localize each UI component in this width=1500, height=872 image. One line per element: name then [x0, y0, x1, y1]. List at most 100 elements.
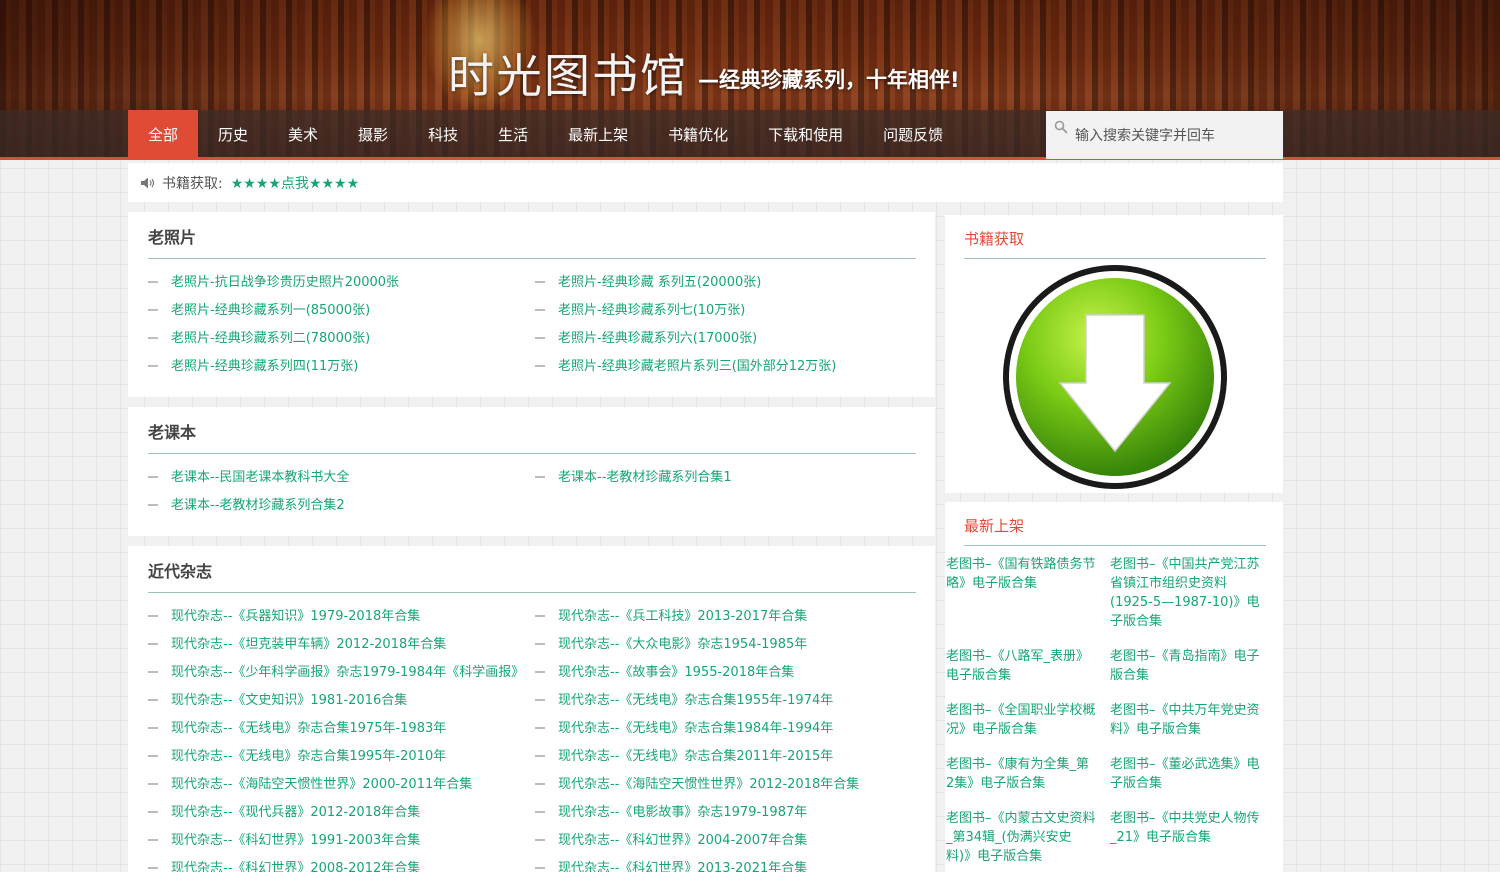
bullet-icon — [148, 503, 158, 506]
link-text[interactable]: 现代杂志--《无线电》杂志合集1955年-1974年 — [558, 693, 833, 708]
link-text[interactable]: 现代杂志--《无线电》杂志合集1975年-1983年 — [171, 721, 446, 736]
section-title[interactable]: 老课本 — [148, 419, 196, 443]
link-text[interactable]: 现代杂志--《无线电》杂志合集2011年-2015年 — [558, 749, 833, 764]
link-text[interactable]: 老照片-经典珍藏系列四(11万张) — [171, 359, 358, 374]
list-item[interactable]: 老照片-经典珍藏 系列五(20000张) — [535, 273, 761, 293]
link-text[interactable]: 现代杂志--《坦克装甲车辆》2012-2018年合集 — [171, 637, 446, 652]
bullet-icon — [535, 642, 545, 645]
link-text[interactable]: 老照片-经典珍藏系列七(10万张) — [558, 303, 745, 318]
latest-book-link[interactable]: 老图书–《康有为全集_第2集》电子版合集 — [946, 755, 1096, 793]
nav-item-latest[interactable]: 最新上架 — [548, 110, 648, 160]
link-text[interactable]: 现代杂志--《文史知识》1981-2016合集 — [171, 693, 407, 708]
link-text[interactable]: 老照片-经典珍藏老照片系列三(国外部分12万张) — [558, 359, 836, 374]
latest-book-link[interactable]: 老图书–《青岛指南》电子版合集 — [1110, 647, 1260, 685]
list-item[interactable]: 现代杂志--《文史知识》1981-2016合集 — [148, 691, 407, 711]
link-text[interactable]: 现代杂志--《海陆空天惯性世界》2000-2011年合集 — [171, 777, 472, 792]
search-box — [1046, 111, 1283, 159]
bullet-icon — [535, 670, 545, 673]
link-text[interactable]: 老照片-经典珍藏 系列五(20000张) — [558, 275, 761, 290]
list-item[interactable]: 老课本--老教材珍藏系列合集2 — [148, 496, 345, 516]
bullet-icon — [535, 726, 545, 729]
link-text[interactable]: 现代杂志--《兵工科技》2013-2017年合集 — [558, 609, 807, 624]
latest-book-link[interactable]: 老图书–《八路军_表册》电子版合集 — [946, 647, 1096, 685]
list-item[interactable]: 现代杂志--《无线电》杂志合集2011年-2015年 — [535, 747, 833, 767]
nav-item-feedback[interactable]: 问题反馈 — [863, 110, 963, 160]
link-text[interactable]: 现代杂志--《科幻世界》2008-2012年合集 — [171, 861, 420, 872]
site-title[interactable]: 时光图书馆 — [448, 40, 688, 106]
latest-book-link[interactable]: 老图书–《董必武选集》电子版合集 — [1110, 755, 1260, 793]
nav-item-download-usage[interactable]: 下载和使用 — [748, 110, 863, 160]
bullet-icon — [148, 642, 158, 645]
list-item[interactable]: 老照片-经典珍藏系列二(78000张) — [148, 329, 370, 349]
link-text[interactable]: 现代杂志--《少年科学画报》杂志1979-1984年《科学画报》 — [171, 665, 524, 680]
list-item[interactable]: 现代杂志--《无线电》杂志合集1955年-1974年 — [535, 691, 833, 711]
nav-item-art[interactable]: 美术 — [268, 110, 338, 160]
link-text[interactable]: 老照片-经典珍藏系列六(17000张) — [558, 331, 757, 346]
bullet-icon — [535, 838, 545, 841]
list-item[interactable]: 现代杂志--《现代兵器》2012-2018年合集 — [148, 803, 420, 823]
link-text[interactable]: 老照片-经典珍藏系列一(85000张) — [171, 303, 370, 318]
list-item[interactable]: 现代杂志--《少年科学画报》杂志1979-1984年《科学画报》 — [148, 663, 524, 683]
link-text[interactable]: 现代杂志--《故事会》1955-2018年合集 — [558, 665, 794, 680]
search-input[interactable] — [1075, 125, 1275, 147]
list-item[interactable]: 老照片-经典珍藏系列六(17000张) — [535, 329, 757, 349]
latest-book-link[interactable]: 老图书–《全国职业学校概况》电子版合集 — [946, 701, 1096, 739]
latest-book-link[interactable]: 老图书–《内蒙古文史资料_第34辑_(伪满兴安史料)》电子版合集 — [946, 809, 1096, 866]
list-item[interactable]: 现代杂志--《科幻世界》2008-2012年合集 — [148, 859, 420, 872]
bullet-icon — [148, 838, 158, 841]
link-text[interactable]: 现代杂志--《无线电》杂志合集1995年-2010年 — [171, 749, 446, 764]
list-item[interactable]: 现代杂志--《无线电》杂志合集1984年-1994年 — [535, 719, 833, 739]
latest-book-link[interactable]: 老图书–《国有铁路债务节略》电子版合集 — [946, 555, 1096, 593]
list-item[interactable]: 老照片-经典珍藏老照片系列三(国外部分12万张) — [535, 357, 836, 377]
list-item[interactable]: 老照片-抗日战争珍贵历史照片20000张 — [148, 273, 399, 293]
list-item[interactable]: 现代杂志--《坦克装甲车辆》2012-2018年合集 — [148, 635, 446, 655]
list-item[interactable]: 老照片-经典珍藏系列一(85000张) — [148, 301, 370, 321]
link-text[interactable]: 现代杂志--《现代兵器》2012-2018年合集 — [171, 805, 420, 820]
list-item[interactable]: 现代杂志--《科幻世界》2013-2021年合集 — [535, 859, 807, 872]
list-item[interactable]: 老照片-经典珍藏系列四(11万张) — [148, 357, 358, 377]
nav-item-technology[interactable]: 科技 — [408, 110, 478, 160]
link-text[interactable]: 老课本--老教材珍藏系列合集2 — [171, 498, 345, 513]
link-text[interactable]: 老照片-抗日战争珍贵历史照片20000张 — [171, 275, 399, 290]
link-text[interactable]: 现代杂志--《科幻世界》1991-2003年合集 — [171, 833, 420, 848]
list-item[interactable]: 现代杂志--《海陆空天惯性世界》2000-2011年合集 — [148, 775, 472, 795]
latest-book-link[interactable]: 老图书–《中共党史人物传_21》电子版合集 — [1110, 809, 1260, 847]
notice-link[interactable]: ★★★★点我★★★★ — [231, 173, 359, 193]
section-title[interactable]: 近代杂志 — [148, 558, 212, 582]
link-text[interactable]: 现代杂志--《科幻世界》2004-2007年合集 — [558, 833, 807, 848]
link-text[interactable]: 现代杂志--《无线电》杂志合集1984年-1994年 — [558, 721, 833, 736]
bullet-icon — [148, 336, 158, 339]
list-item[interactable]: 现代杂志--《电影故事》杂志1979-1987年 — [535, 803, 807, 823]
download-arrow-icon[interactable] — [1001, 265, 1229, 493]
link-text[interactable]: 老课本--民国老课本教科书大全 — [171, 470, 349, 485]
nav-item-life[interactable]: 生活 — [478, 110, 548, 160]
list-item[interactable]: 现代杂志--《兵工科技》2013-2017年合集 — [535, 607, 807, 627]
link-text[interactable]: 现代杂志--《兵器知识》1979-2018年合集 — [171, 609, 420, 624]
list-item[interactable]: 现代杂志--《故事会》1955-2018年合集 — [535, 663, 794, 683]
nav-item-book-optimize[interactable]: 书籍优化 — [648, 110, 748, 160]
link-text[interactable]: 现代杂志--《海陆空天惯性世界》2012-2018年合集 — [558, 777, 859, 792]
link-text[interactable]: 老课本--老教材珍藏系列合集1 — [558, 470, 732, 485]
list-item[interactable]: 现代杂志--《兵器知识》1979-2018年合集 — [148, 607, 420, 627]
nav-item-all[interactable]: 全部 — [128, 110, 199, 160]
list-item[interactable]: 现代杂志--《科幻世界》1991-2003年合集 — [148, 831, 420, 851]
section-title[interactable]: 老照片 — [148, 224, 196, 248]
link-text[interactable]: 老照片-经典珍藏系列二(78000张) — [171, 331, 370, 346]
list-item[interactable]: 老照片-经典珍藏系列七(10万张) — [535, 301, 745, 321]
link-text[interactable]: 现代杂志--《科幻世界》2013-2021年合集 — [558, 861, 807, 872]
notice-bar: 书籍获取: ★★★★点我★★★★ — [128, 163, 1283, 202]
list-item[interactable]: 现代杂志--《大众电影》杂志1954-1985年 — [535, 635, 807, 655]
nav-item-photography[interactable]: 摄影 — [338, 110, 408, 160]
list-item[interactable]: 现代杂志--《科幻世界》2004-2007年合集 — [535, 831, 807, 851]
list-item[interactable]: 现代杂志--《无线电》杂志合集1995年-2010年 — [148, 747, 446, 767]
nav-item-history[interactable]: 历史 — [198, 110, 268, 160]
link-text[interactable]: 现代杂志--《电影故事》杂志1979-1987年 — [558, 805, 807, 820]
list-item[interactable]: 现代杂志--《海陆空天惯性世界》2012-2018年合集 — [535, 775, 859, 795]
list-item[interactable]: 现代杂志--《无线电》杂志合集1975年-1983年 — [148, 719, 446, 739]
latest-book-link[interactable]: 老图书–《中国共产党江苏省镇江市组织史资料(1925-5—1987-10)》电子… — [1110, 555, 1260, 631]
latest-book-link[interactable]: 老图书–《中共万年党史资料》电子版合集 — [1110, 701, 1260, 739]
link-text[interactable]: 现代杂志--《大众电影》杂志1954-1985年 — [558, 637, 807, 652]
bullet-icon — [148, 726, 158, 729]
list-item[interactable]: 老课本--民国老课本教科书大全 — [148, 468, 349, 488]
list-item[interactable]: 老课本--老教材珍藏系列合集1 — [535, 468, 732, 488]
